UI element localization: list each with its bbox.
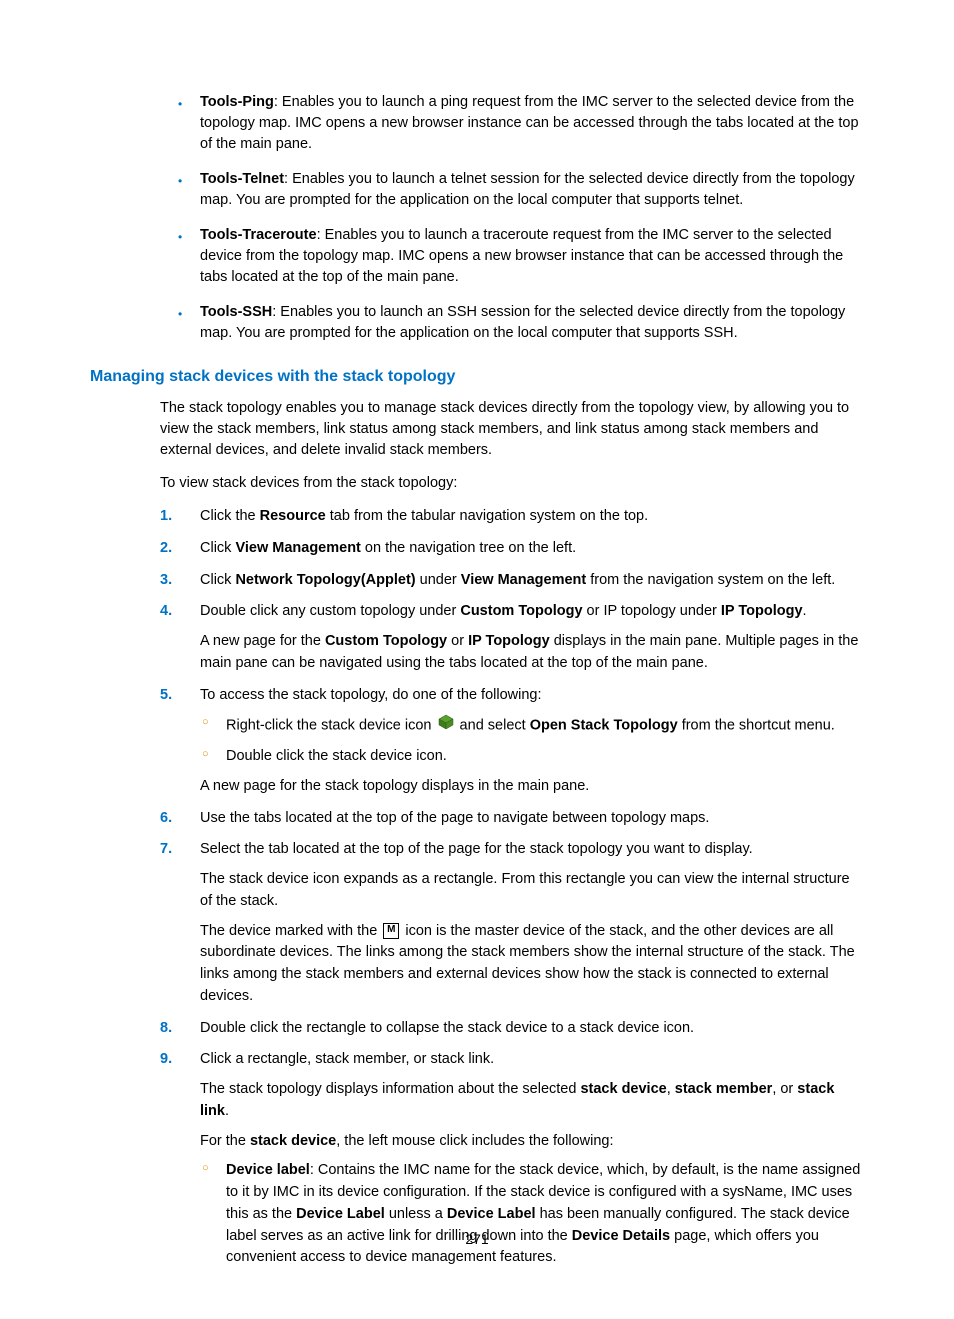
bullet-term: Tools-SSH xyxy=(200,304,272,320)
step-2: Click View Management on the navigation … xyxy=(90,538,864,560)
step-bold: IP Topology xyxy=(468,633,550,649)
step-text: Click xyxy=(200,572,235,588)
step-text: Click the xyxy=(200,508,260,524)
step-text: The device marked with the xyxy=(200,923,381,939)
page-number: 271 xyxy=(0,1231,954,1247)
step-text: , xyxy=(667,1081,675,1097)
step-text: Double click any custom topology under xyxy=(200,603,460,619)
sub-text: and select xyxy=(456,718,530,734)
sub-bold: Device label xyxy=(226,1162,310,1178)
lead-paragraph: To view stack devices from the stack top… xyxy=(90,473,864,494)
stack-device-cube-icon xyxy=(438,714,454,738)
step-bold: View Management xyxy=(235,540,360,556)
sub-bold: Device Label xyxy=(447,1206,536,1222)
bullet-term: Tools-Traceroute xyxy=(200,227,317,243)
sub-text: Right-click the stack device icon xyxy=(226,718,436,734)
tools-bullet-list: Tools-Ping: Enables you to launch a ping… xyxy=(90,92,864,344)
step-7: Select the tab located at the top of the… xyxy=(90,839,864,1007)
step-text: Click xyxy=(200,540,235,556)
step-bold: Custom Topology xyxy=(325,633,447,649)
master-device-m-icon: M xyxy=(383,923,399,939)
bullet-desc: : Enables you to launch a ping request f… xyxy=(200,94,859,152)
page: Tools-Ping: Enables you to launch a ping… xyxy=(0,0,954,1319)
step-extra: The stack device icon expands as a recta… xyxy=(200,869,864,913)
step-text: or IP topology under xyxy=(583,603,721,619)
step-extra: A new page for the Custom Topology or IP… xyxy=(200,631,864,675)
step-extra: The device marked with the M icon is the… xyxy=(200,921,864,1008)
step-5: To access the stack topology, do one of … xyxy=(90,685,864,798)
sub-bold: Open Stack Topology xyxy=(530,718,678,734)
bullet-term: Tools-Telnet xyxy=(200,171,284,187)
step-text: . xyxy=(225,1103,229,1119)
step-6: Use the tabs located at the top of the p… xyxy=(90,808,864,830)
step-text: tab from the tabular navigation system o… xyxy=(326,508,648,524)
steps-list: Click the Resource tab from the tabular … xyxy=(90,506,864,1269)
step-bold: Resource xyxy=(260,508,326,524)
step-extra: The stack topology displays information … xyxy=(200,1079,864,1123)
step-bold: Network Topology(Applet) xyxy=(235,572,415,588)
sub-text: unless a xyxy=(385,1206,447,1222)
bullet-desc: : Enables you to launch an SSH session f… xyxy=(200,304,845,341)
step-8: Double click the rectangle to collapse t… xyxy=(90,1018,864,1040)
step-text: Select the tab located at the top of the… xyxy=(200,841,753,857)
step-extra: A new page for the stack topology displa… xyxy=(200,776,864,798)
step-text: To access the stack topology, do one of … xyxy=(200,687,542,703)
step-3: Click Network Topology(Applet) under Vie… xyxy=(90,570,864,592)
step-bold: IP Topology xyxy=(721,603,803,619)
sub-list: Right-click the stack device icon and se… xyxy=(200,714,864,768)
intro-paragraph: The stack topology enables you to manage… xyxy=(90,398,864,461)
sub-text: from the shortcut menu. xyxy=(678,718,835,734)
step-text: , or xyxy=(772,1081,797,1097)
bullet-term: Tools-Ping xyxy=(200,94,274,110)
step-text: . xyxy=(803,603,807,619)
step-bold: stack device xyxy=(250,1133,336,1149)
step-text: from the navigation system on the left. xyxy=(586,572,835,588)
sub-item: Double click the stack device icon. xyxy=(200,746,864,768)
step-text: For the xyxy=(200,1133,250,1149)
step-4: Double click any custom topology under C… xyxy=(90,601,864,674)
sub-list: Device label: Contains the IMC name for … xyxy=(200,1160,864,1269)
step-1: Click the Resource tab from the tabular … xyxy=(90,506,864,528)
bullet-desc: : Enables you to launch a telnet session… xyxy=(200,171,855,208)
step-text: on the navigation tree on the left. xyxy=(361,540,576,556)
bullet-item: Tools-Telnet: Enables you to launch a te… xyxy=(90,169,864,211)
sub-item: Right-click the stack device icon and se… xyxy=(200,714,864,738)
step-text: , the left mouse click includes the foll… xyxy=(336,1133,613,1149)
step-text: or xyxy=(447,633,468,649)
step-bold: stack member xyxy=(675,1081,773,1097)
sub-item: Device label: Contains the IMC name for … xyxy=(200,1160,864,1269)
step-extra: For the stack device, the left mouse cli… xyxy=(200,1131,864,1153)
step-bold: View Management xyxy=(461,572,586,588)
step-bold: stack device xyxy=(580,1081,666,1097)
bullet-item: Tools-SSH: Enables you to launch an SSH … xyxy=(90,302,864,344)
bullet-item: Tools-Traceroute: Enables you to launch … xyxy=(90,225,864,288)
step-text: Click a rectangle, stack member, or stac… xyxy=(200,1051,494,1067)
section-heading: Managing stack devices with the stack to… xyxy=(90,368,864,386)
sub-bold: Device Label xyxy=(296,1206,385,1222)
step-text: under xyxy=(416,572,461,588)
step-bold: Custom Topology xyxy=(460,603,582,619)
bullet-item: Tools-Ping: Enables you to launch a ping… xyxy=(90,92,864,155)
step-text: A new page for the xyxy=(200,633,325,649)
step-text: The stack topology displays information … xyxy=(200,1081,580,1097)
